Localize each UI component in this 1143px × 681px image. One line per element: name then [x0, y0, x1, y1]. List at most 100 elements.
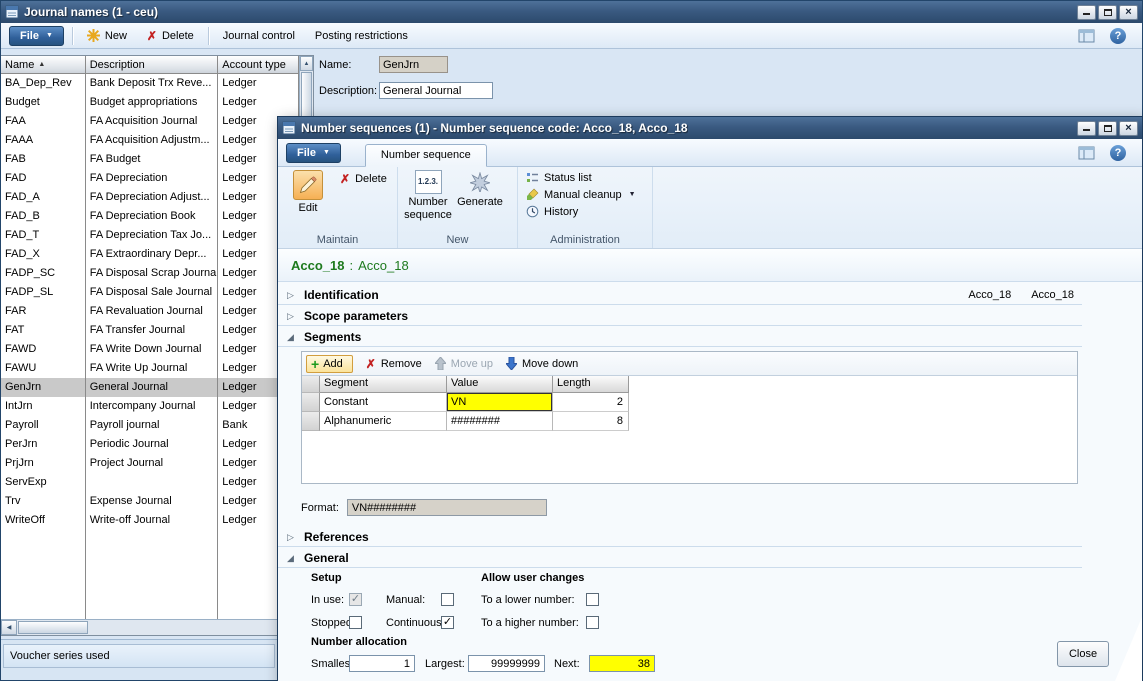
move-up-button[interactable]: Move up	[435, 357, 493, 370]
table-row[interactable]: BudgetBudget appropriationsLedger	[1, 93, 299, 112]
table-row[interactable]: IntJrnIntercompany JournalLedger	[1, 397, 299, 416]
value-cell[interactable]: ########	[447, 412, 553, 431]
window-layout-icon[interactable]	[1078, 29, 1095, 43]
description-field[interactable]: General Journal	[379, 82, 493, 99]
file-menu-button[interactable]: File ▼	[9, 26, 64, 46]
table-row[interactable]: FAD_XFA Extraordinary Depr...Ledger	[1, 245, 299, 264]
minimize-button[interactable]	[1077, 5, 1096, 20]
close-button[interactable]: Close	[1057, 641, 1109, 667]
table-row[interactable]: PerJrnPeriodic JournalLedger	[1, 435, 299, 454]
edit-button[interactable]: Edit	[282, 167, 334, 215]
posting-restrictions-menu[interactable]: Posting restrictions	[309, 27, 414, 45]
number-sequence-button[interactable]: 1.2.3. Number sequence	[402, 167, 454, 221]
table-cell: FAWU	[1, 359, 86, 378]
table-row[interactable]: FATFA Transfer JournalLedger	[1, 321, 299, 340]
continuous-checkbox[interactable]: ✓	[441, 616, 454, 629]
manual-checkbox[interactable]	[441, 593, 454, 606]
table-row[interactable]: BA_Dep_RevBank Deposit Trx Reve...Ledger	[1, 74, 299, 93]
largest-field[interactable]: 99999999	[468, 655, 545, 672]
table-row[interactable]: FADP_SCFA Disposal Scrap JournalLedger	[1, 264, 299, 283]
fasttab-scope-parameters[interactable]: ▷ Scope parameters	[278, 307, 1082, 326]
window-title: Number sequences (1) - Number sequence c…	[301, 121, 688, 135]
in-use-checkbox[interactable]: ✓	[349, 593, 362, 606]
table-row[interactable]: TrvExpense JournalLedger	[1, 492, 299, 511]
delete-button[interactable]: ✗ Delete	[334, 170, 393, 188]
ribbon: Edit ✗ Delete Maintain 1.2.3. Number seq…	[278, 167, 1142, 249]
journal-control-menu[interactable]: Journal control	[217, 27, 301, 45]
minimize-button[interactable]	[1077, 121, 1096, 136]
table-row[interactable]: FAWDFA Write Down JournalLedger	[1, 340, 299, 359]
close-window-button[interactable]: ×	[1119, 121, 1138, 136]
table-row[interactable]: FAD_AFA Depreciation Adjust...Ledger	[1, 188, 299, 207]
scrollbar-thumb[interactable]	[18, 621, 88, 634]
fasttab-general[interactable]: ◢ General	[278, 549, 1082, 568]
table-row[interactable]: FADP_SLFA Disposal Sale JournalLedger	[1, 283, 299, 302]
column-header-length[interactable]: Length	[553, 376, 629, 393]
table-row[interactable]: WriteOffWrite-off JournalLedger	[1, 511, 299, 530]
row-selector[interactable]	[302, 393, 320, 412]
manual-cleanup-button[interactable]: Manual cleanup ▼	[522, 186, 640, 203]
table-row[interactable]: FAAAFA Acquisition Adjustm...Ledger	[1, 131, 299, 150]
length-cell[interactable]: 8	[553, 412, 629, 431]
fasttab-identification[interactable]: ▷ Identification Acco_18 Acco_18	[278, 286, 1082, 305]
file-menu-button[interactable]: File ▼	[286, 143, 341, 163]
table-row[interactable]: FAWUFA Write Up JournalLedger	[1, 359, 299, 378]
journal-toolbar: File ▼ New ✗ Delete Journal control Post…	[1, 23, 1142, 49]
add-button[interactable]: + Add	[306, 355, 353, 373]
table-row[interactable]: FADFA DepreciationLedger	[1, 169, 299, 188]
table-cell: FA Budget	[86, 150, 219, 169]
table-row[interactable]: FAD_TFA Depreciation Tax Jo...Ledger	[1, 226, 299, 245]
maximize-button[interactable]	[1098, 121, 1117, 136]
table-row[interactable]: GenJrnGeneral JournalLedger	[1, 378, 299, 397]
segment-cell[interactable]: Alphanumeric	[320, 412, 447, 431]
maximize-button[interactable]	[1098, 5, 1117, 20]
stopped-checkbox[interactable]	[349, 616, 362, 629]
remove-button[interactable]: ✗ Remove	[366, 358, 422, 370]
table-row[interactable]: FAAFA Acquisition JournalLedger	[1, 112, 299, 131]
segment-cell[interactable]: Constant	[320, 393, 447, 412]
delete-button[interactable]: ✗ Delete	[141, 27, 200, 45]
table-row[interactable]: PayrollPayroll journalBank	[1, 416, 299, 435]
row-selector[interactable]	[302, 412, 320, 431]
scroll-up-button[interactable]: ▲	[300, 56, 313, 71]
scroll-left-button[interactable]: ◀	[1, 620, 17, 635]
status-list-button[interactable]: Status list	[522, 169, 596, 186]
new-button[interactable]: New	[81, 26, 133, 45]
table-row[interactable]: ServExpLedger	[1, 473, 299, 492]
window-layout-icon[interactable]	[1078, 146, 1095, 160]
move-down-button[interactable]: Move down	[506, 357, 578, 370]
tab-number-sequence[interactable]: Number sequence	[365, 144, 487, 167]
fasttab-segments[interactable]: ◢ Segments	[278, 328, 1082, 347]
history-button[interactable]: History	[522, 203, 582, 220]
column-header-value[interactable]: Value	[447, 376, 553, 393]
to-lower-checkbox[interactable]	[586, 593, 599, 606]
help-icon[interactable]: ?	[1110, 145, 1126, 161]
scrollbar-track[interactable]	[89, 620, 283, 635]
format-field[interactable]: VN########	[347, 499, 547, 516]
column-header-description[interactable]: Description	[86, 56, 219, 74]
toolbar-separator	[208, 27, 209, 45]
column-header-account-type[interactable]: Account type	[218, 56, 299, 74]
table-row[interactable]: Constant VN 2	[302, 393, 630, 412]
generate-button[interactable]: Generate	[454, 167, 506, 209]
table-row[interactable]: Alphanumeric ######## 8	[302, 412, 630, 431]
sequence-window-titlebar[interactable]: Number sequences (1) - Number sequence c…	[278, 117, 1142, 139]
close-window-button[interactable]: ×	[1119, 5, 1138, 20]
value-cell[interactable]: VN	[447, 393, 553, 412]
length-cell[interactable]: 2	[553, 393, 629, 412]
horizontal-scrollbar[interactable]: ◀ ▶	[1, 619, 299, 635]
column-header-name[interactable]: Name ▲	[1, 56, 86, 74]
table-row[interactable]: PrjJrnProject JournalLedger	[1, 454, 299, 473]
next-field[interactable]: 38	[589, 655, 655, 672]
name-field[interactable]: GenJrn	[379, 56, 448, 73]
table-row[interactable]: FABFA BudgetLedger	[1, 150, 299, 169]
new-button-label: New	[105, 30, 127, 42]
table-row[interactable]: FAD_BFA Depreciation BookLedger	[1, 207, 299, 226]
column-header-segment[interactable]: Segment	[320, 376, 447, 393]
fasttab-references[interactable]: ▷ References	[278, 528, 1082, 547]
smallest-field[interactable]: 1	[349, 655, 415, 672]
journal-window-titlebar[interactable]: Journal names (1 - ceu) ×	[1, 1, 1142, 23]
to-higher-checkbox[interactable]	[586, 616, 599, 629]
table-row[interactable]: FARFA Revaluation JournalLedger	[1, 302, 299, 321]
help-icon[interactable]: ?	[1110, 28, 1126, 44]
